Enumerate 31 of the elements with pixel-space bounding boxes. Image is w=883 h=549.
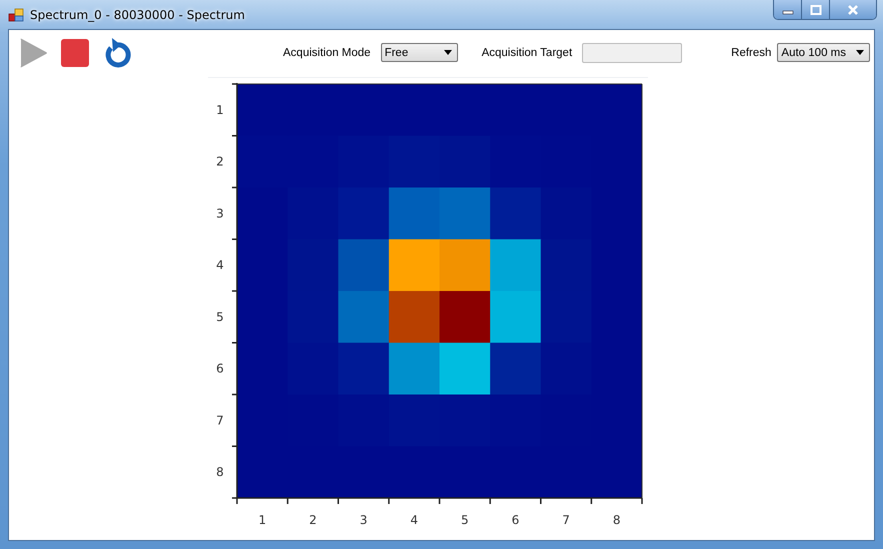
x-axis-label: 5 (461, 513, 469, 527)
y-axis-label: 8 (216, 465, 224, 480)
y-axis-label: 1 (216, 102, 224, 117)
stop-button[interactable] (60, 38, 90, 68)
window-title: Spectrum_0 - 80030000 - Spectrum (30, 8, 245, 22)
maximize-button[interactable] (802, 0, 830, 19)
caret-icon (856, 50, 864, 55)
x-axis-label: 7 (562, 513, 570, 527)
close-button[interactable] (830, 0, 876, 19)
x-axis-label: 3 (360, 513, 368, 527)
y-axis-label: 5 (216, 310, 224, 324)
x-axis-label: 6 (512, 513, 520, 527)
caret-icon (444, 50, 452, 55)
x-axis-label: 8 (612, 513, 620, 527)
close-icon (847, 4, 859, 14)
acquisition-target-label: Acquisition Target (482, 46, 572, 58)
y-axis-label: 4 (216, 258, 224, 272)
x-axis-label: 1 (258, 513, 266, 527)
x-axis-label: 4 (410, 513, 418, 527)
acquisition-mode-label: Acquisition Mode (283, 46, 371, 58)
x-axis-label: 2 (309, 513, 317, 527)
refresh-dropdown[interactable]: Auto 100 ms (777, 43, 870, 62)
y-axis-label: 7 (216, 413, 224, 428)
acquisition-mode-dropdown[interactable]: Free (380, 43, 458, 62)
maximize-icon (810, 4, 822, 14)
refresh-label: Refresh (731, 46, 772, 58)
y-axis-label: 2 (216, 154, 224, 169)
minimize-button[interactable] (774, 0, 802, 19)
y-axis-label: 3 (216, 206, 224, 220)
y-axis-label: 6 (216, 362, 224, 376)
app-icon (8, 6, 24, 22)
